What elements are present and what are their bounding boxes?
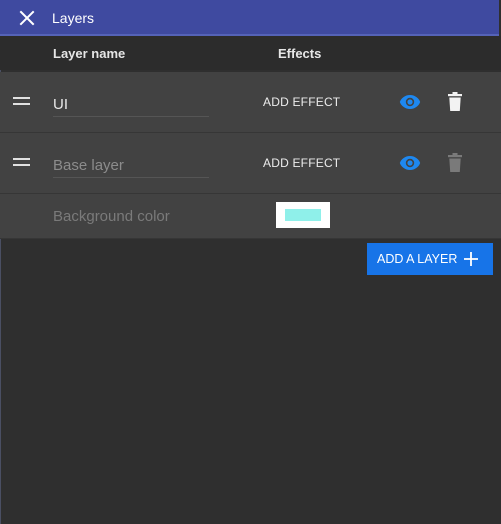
panel-title: Layers <box>52 10 95 26</box>
background-color-row: Background color <box>0 194 501 239</box>
add-effect-button[interactable]: ADD EFFECT <box>263 95 340 109</box>
layers-panel: Layers Layer name Effects ADD EFFECT ADD… <box>0 0 501 524</box>
layer-row: ADD EFFECT <box>0 72 501 133</box>
drag-handle-icon[interactable] <box>13 97 30 105</box>
drag-handle-icon[interactable] <box>13 158 30 166</box>
visibility-eye-icon[interactable] <box>399 94 421 110</box>
title-bar: Layers <box>0 0 499 36</box>
header-effects: Effects <box>278 46 322 61</box>
background-color-fill <box>285 209 321 221</box>
plus-icon <box>464 252 478 266</box>
table-header: Layer name Effects <box>0 36 501 70</box>
background-color-swatch[interactable] <box>276 202 330 228</box>
add-layer-label: ADD A LAYER <box>377 252 458 266</box>
visibility-eye-icon[interactable] <box>399 155 421 171</box>
background-color-label: Background color <box>53 208 170 225</box>
layer-name-input[interactable] <box>53 92 209 117</box>
close-icon[interactable] <box>17 8 37 28</box>
add-layer-button[interactable]: ADD A LAYER <box>367 243 493 275</box>
delete-trash-icon-disabled <box>448 153 462 172</box>
layer-name-input[interactable] <box>53 153 209 178</box>
header-layer-name: Layer name <box>53 46 126 61</box>
add-effect-button[interactable]: ADD EFFECT <box>263 156 340 170</box>
layer-row: ADD EFFECT <box>0 133 501 194</box>
delete-trash-icon[interactable] <box>447 92 463 112</box>
